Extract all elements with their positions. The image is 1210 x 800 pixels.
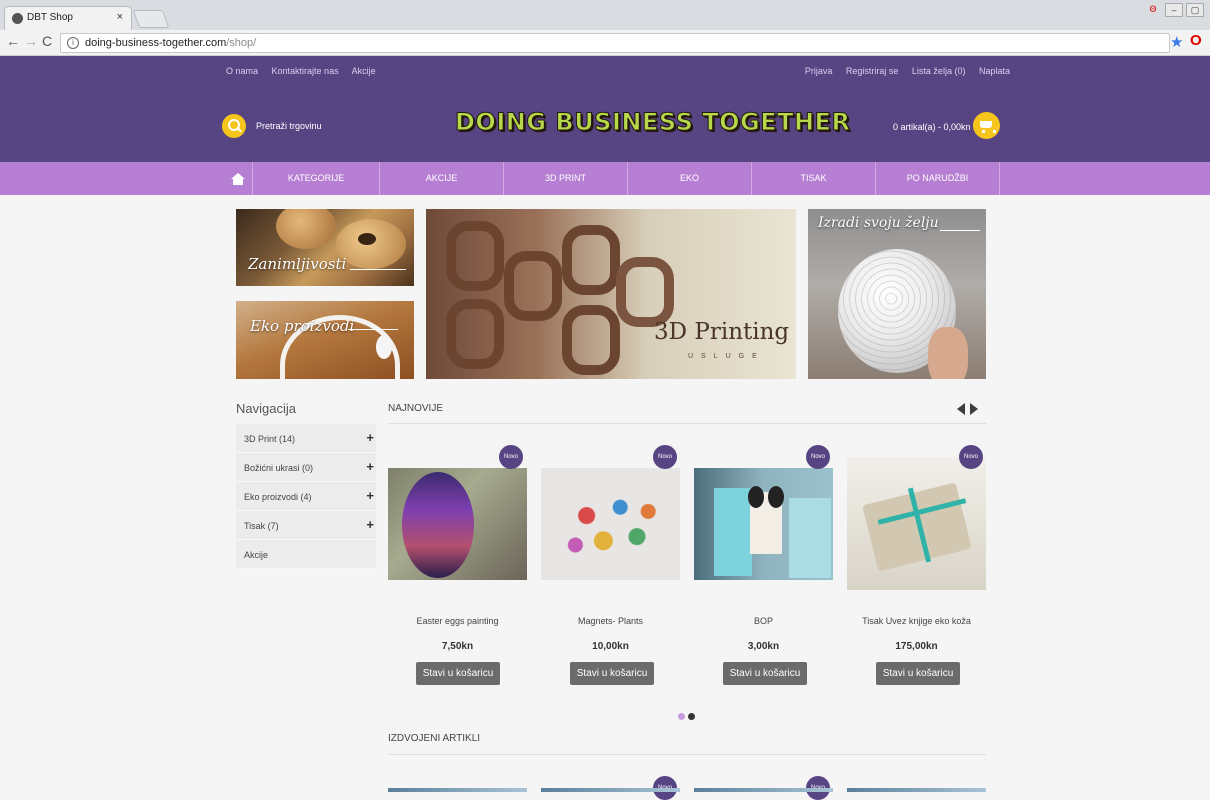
featured-product-image[interactable] [541, 788, 680, 792]
product-image-easter-eggs[interactable] [388, 468, 527, 580]
banner-izradi-zelju[interactable]: Izradi svoju želju [808, 209, 986, 379]
carousel-dot-active[interactable] [678, 713, 685, 720]
badge-novo: Novo [959, 445, 983, 469]
nav-tisak[interactable]: TISAK [752, 162, 876, 195]
add-to-cart-button[interactable]: Stavi u košaricu [723, 662, 807, 685]
browser-tabbar: DBT Shop × ʘ – ▢ [0, 0, 1210, 30]
site-info-icon[interactable]: i [67, 37, 79, 49]
section-title-newest: NAJNOVIJE [388, 403, 444, 414]
expand-plus-icon[interactable]: + [366, 459, 374, 474]
back-icon[interactable]: ← [6, 33, 20, 49]
section-title-featured: IZDVOJENI ARTIKLI [388, 733, 481, 744]
section-divider [388, 423, 986, 424]
main-nav: KATEGORIJE AKCIJE 3D PRINT EKO TISAK PO … [0, 162, 1210, 195]
badge-novo: Novo [653, 445, 677, 469]
product-name[interactable]: Tisak Uvez knjige eko koža [840, 616, 993, 626]
carousel-arrows[interactable] [957, 402, 983, 416]
link-lista-zelja[interactable]: Lista želja (0) [912, 66, 966, 76]
product-image-magnets[interactable] [541, 468, 680, 580]
minimize-icon[interactable]: – [1165, 3, 1183, 17]
product-image-bop[interactable] [694, 468, 833, 580]
new-tab-button[interactable] [132, 10, 170, 28]
banner-label-3d: 3D Printing [654, 319, 790, 345]
reload-icon[interactable]: C [42, 33, 52, 49]
address-bar-row: ← → C i doing-business-together.com/shop… [0, 30, 1210, 56]
forward-icon[interactable]: → [24, 33, 38, 49]
url-domain: doing-business-together.com [85, 37, 227, 49]
maximize-icon[interactable]: ▢ [1186, 3, 1204, 17]
banner-label-eko: Eko proizvodi [250, 317, 355, 335]
add-to-cart-button[interactable]: Stavi u košaricu [416, 662, 500, 685]
tab-close-icon[interactable]: × [117, 11, 123, 23]
banner-eko-proizvodi[interactable]: Eko proizvodi [236, 301, 414, 379]
add-to-cart-button[interactable]: Stavi u košaricu [876, 662, 960, 685]
badge-novo: Novo [499, 445, 523, 469]
product-price: 175,00kn [895, 641, 938, 652]
tab-title: DBT Shop [27, 12, 73, 23]
cart-icon[interactable] [973, 112, 1000, 139]
link-kontakt[interactable]: Kontaktirajte nas [272, 66, 339, 76]
badge-novo: Novo [806, 445, 830, 469]
nav-eko[interactable]: EKO [628, 162, 752, 195]
expand-plus-icon[interactable]: + [366, 517, 374, 532]
nav-akcije[interactable]: AKCIJE [380, 162, 504, 195]
sidebar-item-3d-print[interactable]: 3D Print (14) + [236, 424, 376, 453]
banner-sublabel-3d: USLUGE [688, 353, 765, 360]
site-favicon-icon [12, 13, 23, 24]
expand-plus-icon[interactable]: + [366, 430, 374, 445]
link-o-nama[interactable]: O nama [226, 66, 258, 76]
banner-label-izradi: Izradi svoju želju [818, 215, 939, 231]
sidebar-item-eko-proizvodi[interactable]: Eko proizvodi (4) + [236, 482, 376, 511]
banner-3d-printing[interactable]: 3D Printing USLUGE [426, 209, 796, 379]
top-links-left: O nama Kontaktirajte nas Akcije [226, 66, 387, 76]
sidebar-list: 3D Print (14) + Božićni ukrasi (0) + Eko… [236, 424, 376, 569]
link-akcije[interactable]: Akcije [352, 66, 376, 76]
link-prijava[interactable]: Prijava [805, 66, 833, 76]
site-logo[interactable]: DOING BUSINESS TOGETHER [454, 108, 850, 137]
next-arrow-icon[interactable] [970, 403, 978, 415]
link-registracija[interactable]: Registriraj se [846, 66, 899, 76]
featured-product-image[interactable] [388, 788, 527, 792]
window-controls: ʘ – ▢ [1144, 3, 1204, 17]
search-icon[interactable] [222, 114, 246, 138]
nav-kategorije[interactable]: KATEGORIJE [253, 162, 380, 195]
url-input[interactable]: i doing-business-together.com/shop/ [60, 33, 1170, 53]
prev-arrow-icon[interactable] [957, 403, 965, 415]
sidebar-item-bozicni-ukrasi[interactable]: Božićni ukrasi (0) + [236, 453, 376, 482]
product-price: 7,50kn [441, 641, 474, 652]
product-price: 3,00kn [747, 641, 780, 652]
cart-summary[interactable]: 0 artikal(a) - 0,00kn [893, 122, 971, 132]
search-label[interactable]: Pretraži trgovinu [256, 121, 322, 131]
extension-icon[interactable]: ʘ [1144, 3, 1162, 17]
site-header: O nama Kontaktirajte nas Akcije Prijava … [0, 56, 1210, 162]
top-links-right: Prijava Registriraj se Lista želja (0) N… [805, 66, 1010, 76]
expand-plus-icon[interactable]: + [366, 488, 374, 503]
banner-zanimljivosti[interactable]: Zanimljivosti [236, 209, 414, 286]
browser-tab[interactable]: DBT Shop × [4, 6, 132, 30]
product-image-knjiga[interactable] [847, 457, 986, 590]
nav-po-narudzbi[interactable]: PO NARUDŽBI [876, 162, 1000, 195]
featured-product-image[interactable] [694, 788, 833, 792]
sidebar-item-akcije[interactable]: Akcije [236, 540, 376, 569]
product-name[interactable]: Magnets- Plants [534, 616, 687, 626]
add-to-cart-button[interactable]: Stavi u košaricu [570, 662, 654, 685]
url-path: /shop/ [226, 37, 257, 49]
product-name[interactable]: Easter eggs painting [381, 616, 534, 626]
featured-product-image[interactable] [847, 788, 986, 792]
section-divider [388, 754, 986, 755]
product-price: 10,00kn [592, 641, 629, 652]
nav-3d-print[interactable]: 3D PRINT [504, 162, 628, 195]
banner-label-zanimljivosti: Zanimljivosti [248, 255, 347, 273]
carousel-dot[interactable] [688, 713, 695, 720]
link-naplata[interactable]: Naplata [979, 66, 1010, 76]
sidebar-title: Navigacija [236, 401, 296, 416]
opera-icon[interactable]: O [1190, 32, 1202, 49]
bookmark-star-icon[interactable]: ★ [1170, 33, 1183, 51]
carousel-dots [678, 707, 698, 725]
product-name[interactable]: BOP [687, 616, 840, 626]
home-icon[interactable] [223, 162, 253, 195]
sidebar-item-tisak[interactable]: Tisak (7) + [236, 511, 376, 540]
